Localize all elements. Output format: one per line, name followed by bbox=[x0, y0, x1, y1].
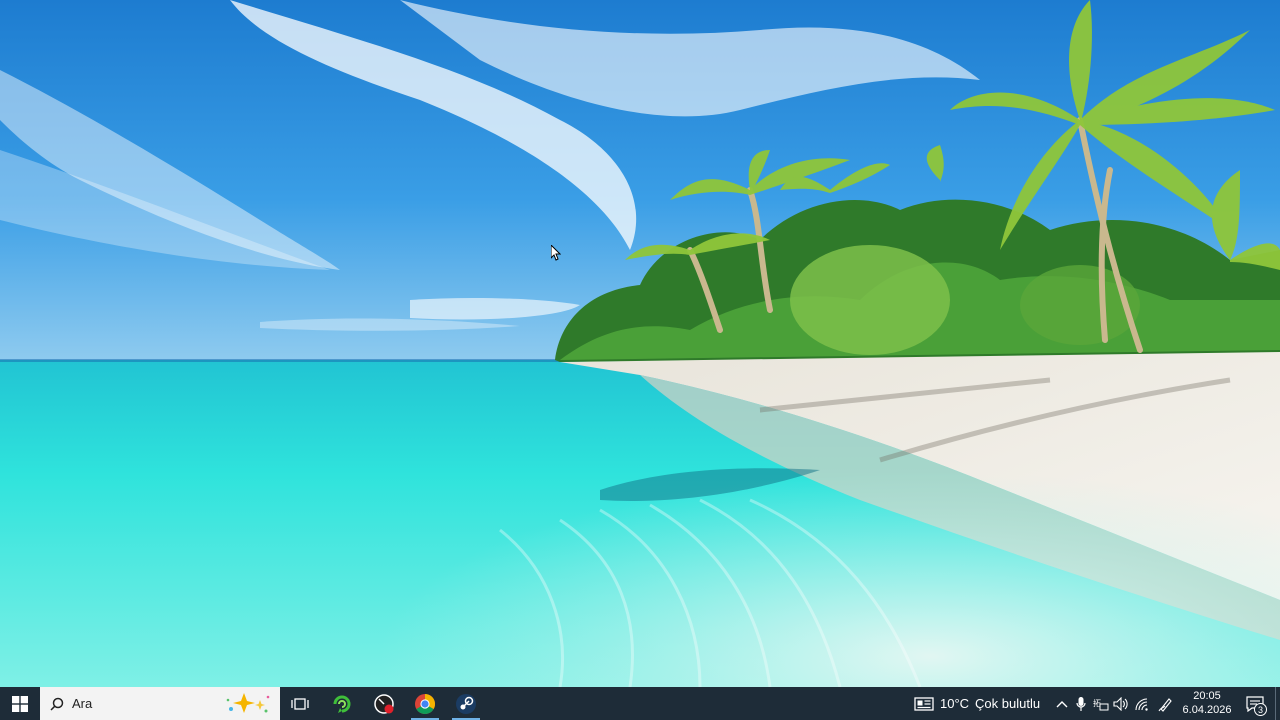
microphone-tray-button[interactable] bbox=[1071, 687, 1091, 720]
start-button[interactable] bbox=[0, 687, 40, 720]
notification-count-badge: 3 bbox=[1254, 703, 1267, 716]
task-view-icon bbox=[291, 697, 309, 710]
taskbar-app-chrome[interactable] bbox=[405, 687, 445, 720]
search-box[interactable] bbox=[40, 687, 280, 720]
system-clock[interactable]: 20:05 6.04.2026 bbox=[1180, 689, 1234, 717]
taskbar-app-steam[interactable] bbox=[446, 687, 486, 720]
chrome-icon bbox=[415, 693, 435, 714]
search-input[interactable] bbox=[72, 696, 212, 711]
chevron-up-icon bbox=[1056, 700, 1068, 707]
network-tray-button[interactable] bbox=[1132, 687, 1152, 720]
show-desktop-button[interactable] bbox=[1275, 687, 1280, 720]
weather-temperature: 10°C bbox=[940, 696, 970, 711]
green-swirl-app-icon bbox=[333, 695, 351, 713]
clock-date: 6.04.2026 bbox=[1182, 704, 1232, 716]
show-hidden-icons-button[interactable] bbox=[1052, 687, 1072, 720]
mouse-cursor-icon bbox=[551, 245, 561, 261]
pen-icon bbox=[1158, 697, 1172, 712]
volume-icon bbox=[1113, 696, 1128, 711]
weather-widget[interactable]: 10°C Çok bulutlu bbox=[914, 687, 1040, 720]
microphone-icon bbox=[1076, 696, 1086, 711]
taskbar: 10°C Çok bulutlu 拓 bbox=[0, 687, 1280, 720]
weather-condition: Çok bulutlu bbox=[975, 696, 1041, 711]
clock-time: 20:05 bbox=[1193, 690, 1221, 702]
input-language-button[interactable]: 拓 bbox=[1091, 687, 1111, 720]
windows-logo-icon bbox=[12, 695, 28, 712]
keyboard-language-icon: 拓 bbox=[1093, 698, 1109, 710]
taskbar-app-speedometer[interactable] bbox=[364, 687, 404, 720]
pen-workspace-button[interactable] bbox=[1156, 687, 1176, 720]
search-icon bbox=[50, 697, 64, 711]
taskbar-app-green-swirl[interactable] bbox=[322, 687, 362, 720]
desktop-wallpaper bbox=[0, 0, 1280, 687]
wallpaper-image bbox=[0, 0, 1280, 687]
volume-tray-button[interactable] bbox=[1111, 687, 1131, 720]
network-icon bbox=[1135, 697, 1148, 711]
task-view-button[interactable] bbox=[282, 687, 318, 720]
notification-center-button[interactable]: 3 bbox=[1240, 687, 1270, 720]
speedometer-app-icon bbox=[374, 693, 394, 714]
steam-icon bbox=[456, 693, 476, 714]
sparkle-highlight-icon[interactable] bbox=[222, 691, 272, 720]
weather-widget-icon bbox=[914, 696, 934, 711]
